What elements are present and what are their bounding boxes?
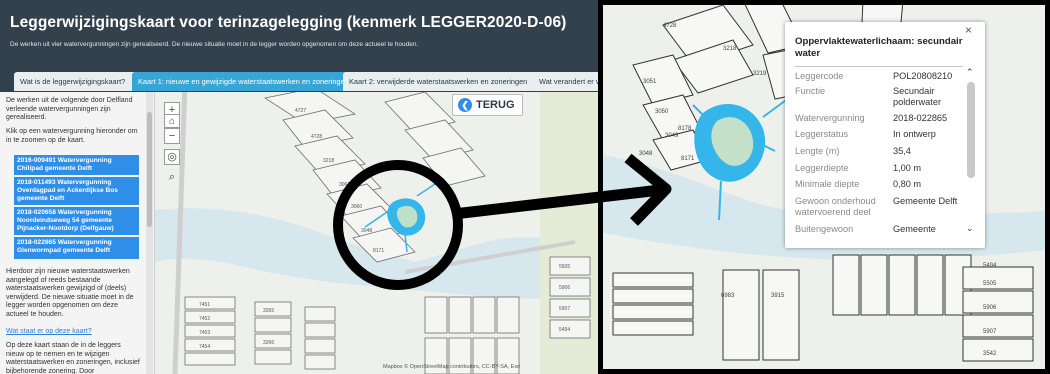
attr-value: 1,00 m — [893, 163, 922, 173]
attr-key: Lengte (m) — [795, 146, 840, 156]
chevron-up-icon[interactable]: ⌃ — [966, 67, 974, 78]
attr-key: Buitengewoon — [795, 224, 854, 234]
attr-key: Gewoon onderhoud watervoerend deel — [795, 196, 876, 217]
popup-divider — [795, 66, 963, 67]
attr-key: Functie — [795, 86, 826, 96]
attr-value: In ontwerp — [893, 129, 936, 139]
attr-value: Gemeente Delft — [893, 196, 958, 206]
attr-value: Secundair polderwater — [893, 86, 942, 107]
attr-value: POL20808210 — [893, 71, 953, 81]
attr-value: 35,4 — [893, 146, 911, 156]
chevron-down-icon[interactable]: ⌄ — [966, 223, 974, 234]
attr-value: 2018-022865 — [893, 113, 948, 123]
attr-value: 0,80 m — [893, 179, 922, 189]
attr-key: Leggerdiepte — [795, 163, 849, 173]
feature-popup: × Oppervlaktewaterlichaam: secundair wat… — [785, 22, 985, 248]
attr-key: Minimale diepte — [795, 179, 860, 189]
close-icon[interactable]: × — [965, 23, 972, 37]
attr-key: Leggerstatus — [795, 129, 849, 139]
popup-title: Oppervlaktewaterlichaam: secundair water — [795, 36, 963, 59]
popup-scrollbar[interactable] — [965, 82, 977, 212]
attr-value: Gemeente — [893, 224, 936, 234]
attr-key: Watervergunning — [795, 113, 865, 123]
attr-key: Leggercode — [795, 71, 844, 81]
